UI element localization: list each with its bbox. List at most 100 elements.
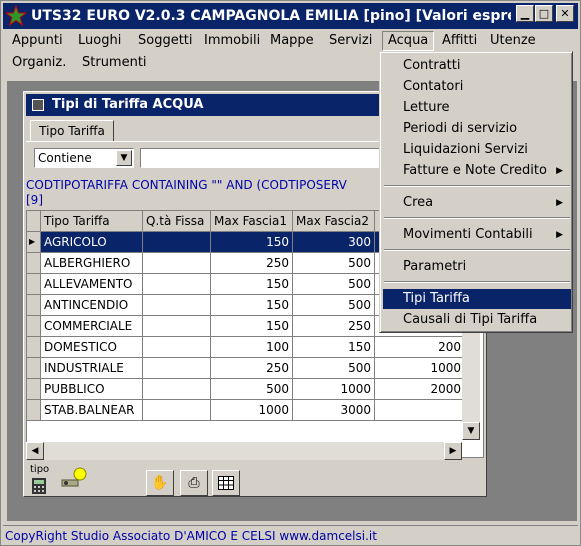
table-cell: 500: [293, 295, 375, 316]
calculator-icon[interactable]: [28, 476, 50, 496]
menu-affitti[interactable]: Affitti: [437, 31, 482, 51]
table-cell: COMMERCIALE: [41, 316, 143, 337]
table-cell: [143, 358, 211, 379]
header-indicator: [27, 211, 41, 232]
menu-appunti[interactable]: Appunti: [7, 31, 68, 51]
table-cell: 250: [211, 253, 293, 274]
key-bulb-icon[interactable]: [60, 466, 88, 492]
print-icon[interactable]: ⎙: [180, 470, 208, 496]
menu-item-tipi-tariffa[interactable]: Tipi Tariffa: [383, 289, 571, 309]
column-header[interactable]: Tipo Tariffa: [41, 211, 143, 232]
table-cell: 150: [211, 316, 293, 337]
filter-mode-value: Contiene: [38, 151, 92, 165]
menu-item-causali[interactable]: Causali di Tipi Tariffa: [383, 310, 571, 330]
table-cell: 300: [293, 232, 375, 253]
table-cell: [143, 295, 211, 316]
tab-tipo-tariffa[interactable]: Tipo Tariffa: [30, 120, 114, 142]
table-cell: [143, 337, 211, 358]
table-cell: ANTINCENDIO: [41, 295, 143, 316]
scroll-down-icon[interactable]: ▼: [462, 422, 480, 440]
table-row[interactable]: INDUSTRIALE 250 500 1000: [27, 358, 483, 379]
table-cell: 200: [375, 337, 465, 358]
table-cell: ALLEVAMENTO: [41, 274, 143, 295]
menu-separator: [384, 281, 570, 283]
menu-immobili[interactable]: Immobili: [199, 31, 265, 51]
app-star-icon: [5, 5, 27, 27]
close-button[interactable]: ✕: [556, 5, 574, 22]
menu-item-crea[interactable]: Crea ▶: [383, 193, 571, 213]
table-cell: DOMESTICO: [41, 337, 143, 358]
minimize-button[interactable]: ▁: [516, 5, 534, 22]
submenu-arrow-icon: ▶: [556, 230, 563, 240]
column-header[interactable]: Q.tà Fissa: [143, 211, 211, 232]
horizontal-scrollbar[interactable]: ◀ ▶: [26, 442, 462, 460]
menu-item-contatori[interactable]: Contatori: [383, 77, 571, 97]
table-cell: STAB.BALNEAR: [41, 400, 143, 421]
maximize-button[interactable]: □: [535, 5, 553, 22]
table-cell: AGRICOLO: [41, 232, 143, 253]
menu-separator: [384, 185, 570, 187]
table-cell: 500: [211, 379, 293, 400]
menu-organiz[interactable]: Organiz.: [7, 53, 71, 73]
menu-item-periodi[interactable]: Periodi di servizio: [383, 119, 571, 139]
menu-strumenti[interactable]: Strumenti: [77, 53, 152, 73]
window-toolbar: tipo ✋ ⎙: [26, 464, 484, 496]
chevron-down-icon[interactable]: ▼: [116, 150, 132, 166]
table-cell: 1000: [293, 379, 375, 400]
table-cell: INDUSTRIALE: [41, 358, 143, 379]
menu-item-parametri[interactable]: Parametri: [383, 257, 571, 277]
menu-acqua[interactable]: Acqua: [382, 31, 435, 51]
menu-servizi[interactable]: Servizi: [324, 31, 377, 51]
menu-item-crea-label: Crea: [403, 195, 434, 210]
table-cell: 150: [293, 337, 375, 358]
menu-item-letture[interactable]: Letture: [383, 98, 571, 118]
title-bar: UTS32 EURO V2.0.3 CAMPAGNOLA EMILIA [pin…: [3, 3, 578, 29]
table-cell: 1000: [211, 400, 293, 421]
acqua-dropdown-menu: Contratti Contatori Letture Periodi di s…: [379, 51, 573, 333]
table-row[interactable]: STAB.BALNEAR 1000 3000: [27, 400, 483, 421]
table-cell: 500: [293, 274, 375, 295]
tipo-label: tipo: [30, 464, 50, 475]
table-cell: 150: [211, 274, 293, 295]
row-indicator: [27, 295, 41, 316]
menu-item-movimenti[interactable]: Movimenti Contabili ▶: [383, 225, 571, 245]
menu-mappe[interactable]: Mappe: [265, 31, 319, 51]
row-indicator: [27, 358, 41, 379]
scroll-right-icon[interactable]: ▶: [444, 442, 462, 460]
table-cell: 1000: [375, 358, 465, 379]
hand-icon[interactable]: ✋: [146, 470, 174, 496]
window-title: UTS32 EURO V2.0.3 CAMPAGNOLA EMILIA [pin…: [31, 8, 511, 24]
table-cell: 250: [293, 316, 375, 337]
row-indicator: [27, 274, 41, 295]
row-indicator: ▶: [27, 232, 41, 253]
menu-item-contratti[interactable]: Contratti: [383, 56, 571, 76]
table-cell: 150: [211, 295, 293, 316]
table-cell: 250: [211, 358, 293, 379]
scroll-left-icon[interactable]: ◀: [26, 442, 44, 460]
window-icon: [32, 99, 44, 111]
table-row[interactable]: PUBBLICO 500 1000 2000: [27, 379, 483, 400]
column-header[interactable]: Max Fascia1: [211, 211, 293, 232]
table-cell: 100: [211, 337, 293, 358]
menu-separator: [384, 249, 570, 251]
table-cell: 3000: [293, 400, 375, 421]
main-window: UTS32 EURO V2.0.3 CAMPAGNOLA EMILIA [pin…: [0, 0, 581, 546]
status-bar: CopyRight Studio Associato D'AMICO E CEL…: [3, 525, 578, 545]
menu-item-liquidazioni[interactable]: Liquidazioni Servizi: [383, 140, 571, 160]
menu-item-fatture[interactable]: Fatture e Note Credito ▶: [383, 161, 571, 181]
child-title: Tipi di Tariffa ACQUA: [52, 97, 204, 112]
menu-soggetti[interactable]: Soggetti: [133, 31, 198, 51]
submenu-arrow-icon: ▶: [556, 198, 563, 208]
menu-luoghi[interactable]: Luoghi: [73, 31, 126, 51]
grid-view-icon[interactable]: [212, 470, 240, 496]
filter-mode-select[interactable]: Contiene ▼: [34, 148, 134, 168]
table-cell: [143, 379, 211, 400]
table-cell: [143, 274, 211, 295]
table-cell: [143, 232, 211, 253]
menu-utenze[interactable]: Utenze: [485, 31, 541, 51]
column-header[interactable]: Max Fascia2: [293, 211, 375, 232]
table-row[interactable]: DOMESTICO 100 150 200: [27, 337, 483, 358]
table-cell: 500: [293, 358, 375, 379]
table-cell: [143, 253, 211, 274]
table-cell: 2000: [375, 379, 465, 400]
